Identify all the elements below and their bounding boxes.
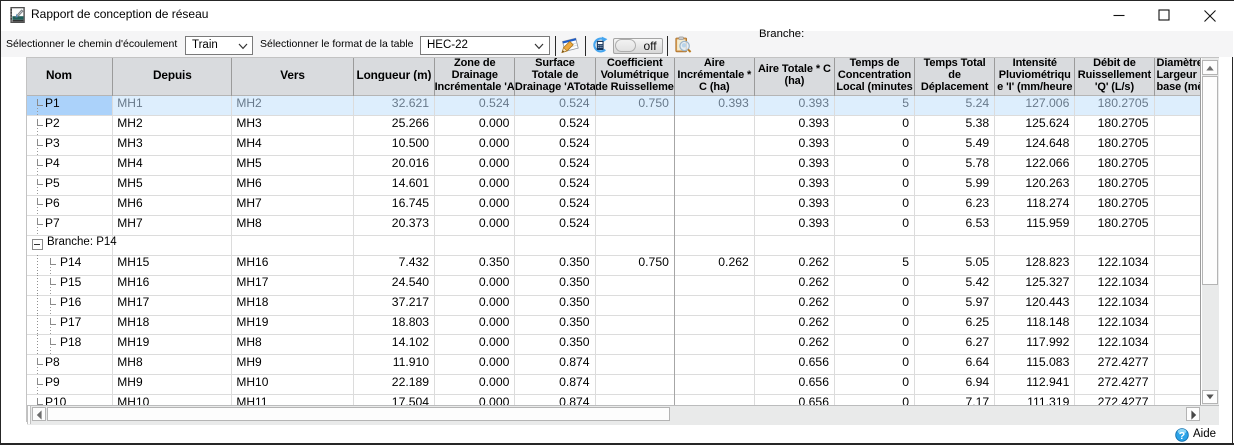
svg-text:?: ?: [1179, 430, 1185, 442]
